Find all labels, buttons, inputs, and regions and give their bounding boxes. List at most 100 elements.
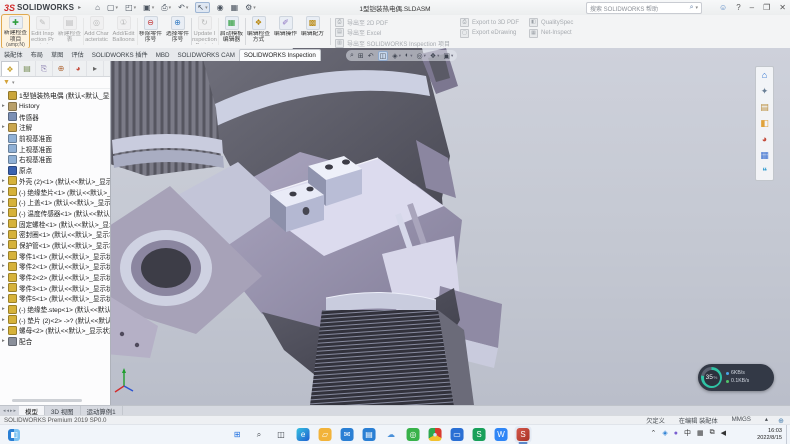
print-icon[interactable]: ⎙: [161, 3, 171, 13]
taskbar-search[interactable]: ⌕: [253, 428, 266, 441]
section-view-icon[interactable]: ◫: [378, 51, 389, 61]
ribbon-button[interactable]: ⊖ 移除零件序号: [137, 15, 164, 48]
display-style-icon[interactable]: ◐: [405, 52, 413, 59]
tray-ime-chinese[interactable]: 中: [684, 428, 691, 438]
tree-item[interactable]: ▸ 注解: [0, 122, 110, 133]
ribbon-button[interactable]: ✎ Edit Inspection Project: [29, 15, 56, 48]
tab-overflow[interactable]: ▸: [87, 61, 104, 76]
show-desktop-button[interactable]: [786, 425, 790, 444]
ribbon-button[interactable]: ▩ 编辑配方: [299, 15, 326, 48]
tray-chevron-icon[interactable]: ⌃: [650, 429, 656, 437]
login-icon[interactable]: ☺: [719, 3, 727, 12]
options-icon[interactable]: ⚙: [245, 3, 256, 12]
select-icon[interactable]: ↖: [195, 2, 209, 13]
ribbon-button[interactable]: ◎ Add Characteristic: [83, 15, 110, 48]
open-icon[interactable]: ◰: [125, 3, 136, 12]
assembly-model-section-view[interactable]: [110, 48, 790, 405]
home-icon[interactable]: ⌂: [95, 3, 100, 12]
command-tab[interactable]: MBD: [152, 50, 174, 61]
tree-item[interactable]: ▸ 配合: [0, 336, 110, 347]
tab-scroll-arrow[interactable]: ▸: [10, 408, 13, 414]
minimize-button[interactable]: –: [750, 3, 754, 12]
taskbar-file-explorer[interactable]: ▱: [319, 428, 332, 441]
edit-appearance-icon[interactable]: ❖: [430, 52, 440, 60]
display-settings-icon[interactable]: ▦: [231, 3, 239, 12]
filter-funnel-icon[interactable]: ▼: [3, 79, 10, 86]
taskbar-mail[interactable]: ✉: [341, 428, 354, 441]
tree-item[interactable]: ▸ (-) 上盖<1> (默认<<默认>_显示状: [0, 197, 110, 208]
solidworks-resources-icon[interactable]: ✦: [758, 85, 771, 98]
tree-item[interactable]: ▸ 密封圈<1> (默认<<默认>_显示状: [0, 229, 110, 240]
propertymanager-tab[interactable]: ▤: [19, 61, 36, 76]
restore-button[interactable]: ❐: [763, 3, 770, 12]
tray-security-icon[interactable]: ◈: [662, 429, 667, 437]
taskbar-start[interactable]: ⊞: [231, 428, 244, 441]
tree-item[interactable]: ▸ (-) 温度传感器<1> (默认<<默认>_: [0, 208, 110, 219]
tree-filter[interactable]: ▼ ▾: [0, 77, 110, 89]
tree-item[interactable]: ▸ History: [0, 101, 110, 112]
filter-caret-icon[interactable]: ▾: [12, 80, 15, 86]
graphics-area[interactable]: ⌕⊞↶◫◈◐◎❖▣ ⌂✦▤◧◕▦❝ 35 % 6KB/s 0.1KB: [0, 48, 790, 405]
tray-volume-icon[interactable]: ◀: [721, 429, 726, 437]
tree-item[interactable]: ▸ (-) 绝缘垫片<1> (默认<<默认>_显: [0, 186, 110, 197]
dimxpertmanager-tab[interactable]: ⊕: [53, 61, 70, 76]
save-icon[interactable]: ▣: [143, 3, 154, 12]
taskbar-app-w[interactable]: W: [495, 428, 508, 441]
tree-item[interactable]: ▸ (-) 垫片 (2)<2> ->? (默认<<默认>: [0, 314, 110, 325]
command-tab[interactable]: SOLIDWORKS 插件: [88, 48, 152, 61]
ribbon-button[interactable]: ⊕ 选择零件序号: [164, 15, 191, 48]
forum-icon[interactable]: ❝: [758, 165, 771, 178]
featuremanager-tab[interactable]: ❖: [1, 61, 19, 76]
panel-splitter-handle[interactable]: [12, 399, 82, 402]
search-box[interactable]: 搜索 SOLIDWORKS 帮助 ⌕ ▾: [586, 2, 702, 14]
tree-item[interactable]: ▸ 螺母<2> (默认<<默认>_显示状态: [0, 325, 110, 336]
tree-item[interactable]: ▸ 零件3<1> (默认<<默认>_显示状态: [0, 282, 110, 293]
tree-item[interactable]: ▸ 上视基准面: [0, 143, 110, 154]
ribbon-button[interactable]: ↻ Update Inspection Project: [191, 15, 218, 48]
tab-scroll-arrow[interactable]: ▸: [14, 408, 17, 414]
command-tab[interactable]: SOLIDWORKS Inspection: [239, 49, 321, 61]
menu-expand-icon[interactable]: ▸: [78, 4, 81, 11]
taskbar-edge[interactable]: e: [297, 428, 310, 441]
tree-item[interactable]: ▸ 原点: [0, 165, 110, 176]
tree-item[interactable]: ▸ 前视基准面: [0, 133, 110, 144]
ribbon-button[interactable]: ✚ 新建检查项目 (amp;N): [2, 15, 29, 48]
file-explorer-icon[interactable]: ◧: [758, 117, 771, 130]
help-button[interactable]: ?: [736, 3, 740, 12]
ribbon-button[interactable]: ✐ 编辑操作: [272, 15, 299, 48]
command-tab[interactable]: 草图: [47, 48, 67, 61]
command-tab[interactable]: 布局: [27, 48, 47, 61]
zoom-to-fit-icon[interactable]: ⌕: [350, 52, 354, 60]
widgets-icon[interactable]: ◧: [8, 429, 20, 441]
tree-item[interactable]: ▸ 零件2<2> (默认<<默认>_显示状态: [0, 272, 110, 283]
command-tab[interactable]: 评估: [67, 48, 87, 61]
custom-properties-icon[interactable]: ▦: [758, 149, 771, 162]
tree-root-item[interactable]: ▸ 1型铠装热电偶 (默认<默认_显示状态-1>: [0, 90, 110, 101]
tree-item[interactable]: ▸ 零件2<1> (默认<<默认>_显示状态: [0, 261, 110, 272]
taskbar-weather[interactable]: ☁: [385, 428, 398, 441]
tree-item[interactable]: ▸ (-) 绝缘垫.step<1> (默认<<默认>: [0, 304, 110, 315]
performance-hud[interactable]: 35 % 6KB/s 0.1KB/s: [698, 364, 774, 391]
apply-scene-icon[interactable]: ▣: [443, 52, 453, 60]
tree-item[interactable]: ▸ 零件1<1> (默认<<默认>_显示状态: [0, 250, 110, 261]
taskbar-app-green[interactable]: ◎: [407, 428, 420, 441]
export-command[interactable]: ⎙ Export to 3D PDF: [460, 18, 519, 28]
tray-network-icon[interactable]: ⧉: [710, 429, 715, 437]
command-tab[interactable]: SOLIDWORKS CAM: [173, 50, 238, 61]
ribbon-button[interactable]: ① Add/Edit Balloons: [110, 15, 137, 48]
search-icon[interactable]: ⌕: [690, 4, 694, 12]
ribbon-button[interactable]: ▦ 启动模板编辑器: [218, 15, 245, 48]
new-document-icon[interactable]: ▢: [107, 3, 118, 12]
export-command[interactable]: ▢ Export eDrawing: [460, 29, 519, 39]
configurationmanager-tab[interactable]: ⎘: [36, 61, 53, 76]
taskbar-solidworks[interactable]: S: [517, 428, 530, 441]
displaymanager-tab[interactable]: ◕: [70, 61, 87, 76]
design-library-icon[interactable]: ▤: [758, 101, 771, 114]
tray-touch-keyboard-icon[interactable]: ▦: [697, 429, 704, 437]
ribbon-button[interactable]: ▤ 新建检查表: [56, 15, 83, 48]
command-tab[interactable]: 装配体: [0, 48, 27, 61]
home-tab-icon[interactable]: ⌂: [758, 69, 771, 82]
tree-item[interactable]: ▸ 固定螺栓<1> (默认<<默认>_显示: [0, 218, 110, 229]
export-command[interactable]: ◧ QualitySpec: [529, 18, 573, 28]
hide-show-items-icon[interactable]: ◎: [416, 52, 425, 60]
